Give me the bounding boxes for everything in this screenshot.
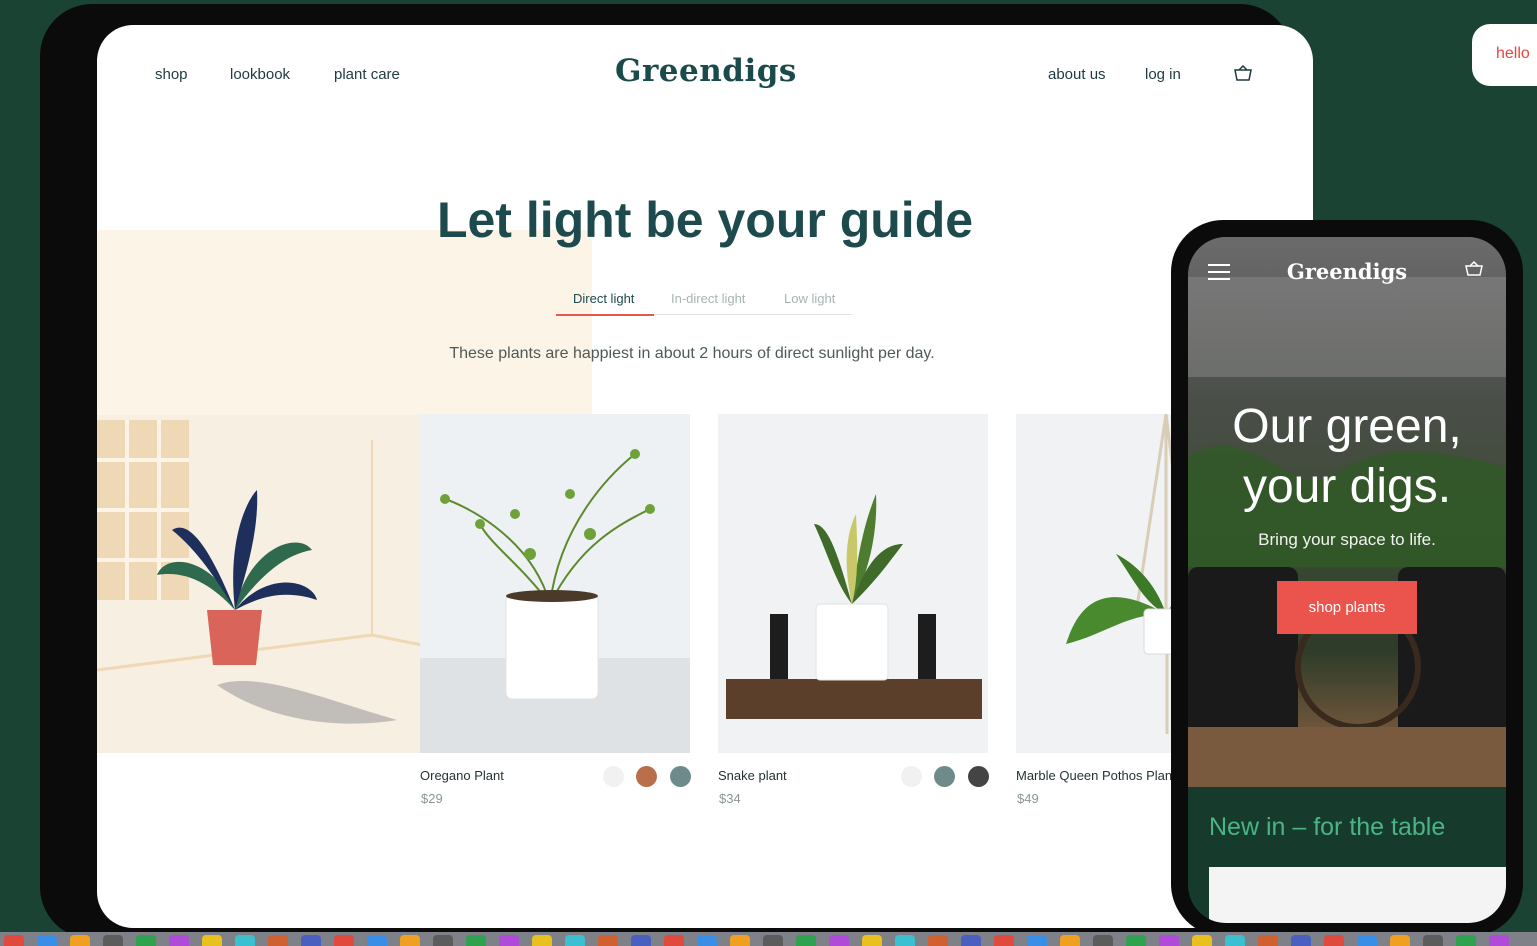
dock-app-icon[interactable] — [961, 935, 981, 946]
shop-plants-button[interactable]: shop plants — [1277, 581, 1417, 634]
dock-app-icon[interactable] — [1291, 935, 1311, 946]
dock-app-icon[interactable] — [1489, 935, 1509, 946]
color-swatch[interactable] — [603, 766, 624, 787]
dock-app-icon[interactable] — [1060, 935, 1080, 946]
dock-app-icon[interactable] — [829, 935, 849, 946]
tablet-device: shop lookbook plant care Greendigs about… — [40, 4, 1313, 939]
product-image[interactable] — [420, 414, 690, 753]
phone-device: Greendigs Our green, your digs. Bring yo… — [1171, 220, 1523, 936]
color-swatch[interactable] — [670, 766, 691, 787]
dock-app-icon[interactable] — [400, 935, 420, 946]
dock-app-icon[interactable] — [1357, 935, 1377, 946]
dock-app-icon[interactable] — [499, 935, 519, 946]
hero-heading-line2: your digs. — [1242, 460, 1452, 513]
dock-app-icon[interactable] — [433, 935, 453, 946]
dock-app-icon[interactable] — [763, 935, 783, 946]
tab-description: These plants are happiest in about 2 hou… — [449, 345, 935, 362]
nav-link-about-us[interactable]: about us — [1048, 66, 1106, 83]
dock-app-icon[interactable] — [631, 935, 651, 946]
dock-app-icon[interactable] — [928, 935, 948, 946]
dock-app-icon[interactable] — [136, 935, 156, 946]
page-headline: Let light be your guide — [436, 192, 974, 248]
product-price: $49 — [1017, 791, 1039, 806]
product-card[interactable]: Snake plant $34 — [718, 414, 989, 806]
product-name[interactable]: Marble Queen Pothos Plant — [1016, 768, 1176, 783]
hero-heading-line1: Our green, — [1232, 400, 1462, 453]
product-price: $34 — [719, 791, 741, 806]
dock-app-icon[interactable] — [103, 935, 123, 946]
dock-app-icon[interactable] — [466, 935, 486, 946]
dock-app-icon[interactable] — [334, 935, 354, 946]
hello-text: hello — [1496, 45, 1530, 62]
phone-hero: Greendigs Our green, your digs. Bring yo… — [1188, 237, 1506, 787]
product-image[interactable] — [718, 414, 988, 753]
nav-link-log-in[interactable]: log in — [1145, 66, 1181, 83]
dock-app-icon[interactable] — [1126, 935, 1146, 946]
dock-app-icon[interactable] — [1093, 935, 1113, 946]
basket-icon[interactable] — [1234, 65, 1252, 81]
dock-app-icon[interactable] — [532, 935, 552, 946]
nav-link-plant-care[interactable]: plant care — [334, 66, 400, 83]
tab-direct-light[interactable]: Direct light — [573, 291, 634, 306]
dock-app-icon[interactable] — [1456, 935, 1476, 946]
product-card[interactable]: Oregano Plant $29 — [420, 414, 691, 806]
dock-app-icon[interactable] — [1423, 935, 1443, 946]
dock-app-icon[interactable] — [862, 935, 882, 946]
color-swatch[interactable] — [636, 766, 657, 787]
hero-subheading: Bring your space to life. — [1258, 530, 1436, 549]
dock-app-icon[interactable] — [169, 935, 189, 946]
dock-app-icon[interactable] — [37, 935, 57, 946]
dock-app-icon[interactable] — [70, 935, 90, 946]
dock-app-icon[interactable] — [697, 935, 717, 946]
dock-app-icon[interactable] — [235, 935, 255, 946]
plant-illustration — [97, 420, 437, 724]
hero-heading: Our green, your digs. — [1188, 397, 1506, 517]
dock-app-icon[interactable] — [1324, 935, 1344, 946]
dock-app-icon[interactable] — [664, 935, 684, 946]
basket-icon[interactable] — [1465, 261, 1483, 276]
color-swatch[interactable] — [901, 766, 922, 787]
section-product-card[interactable] — [1209, 867, 1506, 923]
product-price: $29 — [421, 791, 443, 806]
dock-app-icon[interactable] — [1225, 935, 1245, 946]
color-swatch[interactable] — [968, 766, 989, 787]
phone-screen: Greendigs Our green, your digs. Bring yo… — [1188, 237, 1506, 923]
product-name[interactable]: Snake plant — [718, 768, 787, 783]
dock-app-icon[interactable] — [1258, 935, 1278, 946]
tab-low-light[interactable]: Low light — [784, 291, 835, 306]
hello-badge[interactable]: hello — [1472, 24, 1537, 86]
tab-indirect-light[interactable]: In-direct light — [671, 291, 745, 306]
dock-app-icon[interactable] — [1192, 935, 1212, 946]
active-tab-indicator — [556, 314, 654, 316]
dock-app-icon[interactable] — [367, 935, 387, 946]
top-nav: shop lookbook plant care Greendigs about… — [97, 25, 1313, 125]
dock-app-icon[interactable] — [4, 935, 24, 946]
dock-app-icon[interactable] — [1027, 935, 1047, 946]
dock-app-icon[interactable] — [895, 935, 915, 946]
brand-logo[interactable]: Greendigs — [615, 53, 797, 89]
dock-app-icon[interactable] — [730, 935, 750, 946]
color-swatch[interactable] — [934, 766, 955, 787]
dock-app-icon[interactable] — [994, 935, 1014, 946]
light-tabs: Direct light In-direct light Low light — [556, 287, 852, 316]
dock-app-icon[interactable] — [301, 935, 321, 946]
nav-link-lookbook[interactable]: lookbook — [230, 66, 290, 83]
tablet-screen: shop lookbook plant care Greendigs about… — [97, 25, 1313, 928]
product-name[interactable]: Oregano Plant — [420, 768, 504, 783]
dock-app-icon[interactable] — [268, 935, 288, 946]
dock-app-icon[interactable] — [598, 935, 618, 946]
dock-app-icon[interactable] — [1159, 935, 1179, 946]
dock-app-icon[interactable] — [202, 935, 222, 946]
phone-brand-logo[interactable]: Greendigs — [1188, 259, 1506, 284]
nav-link-shop[interactable]: shop — [155, 66, 188, 83]
dock-app-icon[interactable] — [1390, 935, 1410, 946]
dock-app-icon[interactable] — [796, 935, 816, 946]
dock-app-icon[interactable] — [565, 935, 585, 946]
section-title: New in – for the table — [1209, 813, 1446, 841]
